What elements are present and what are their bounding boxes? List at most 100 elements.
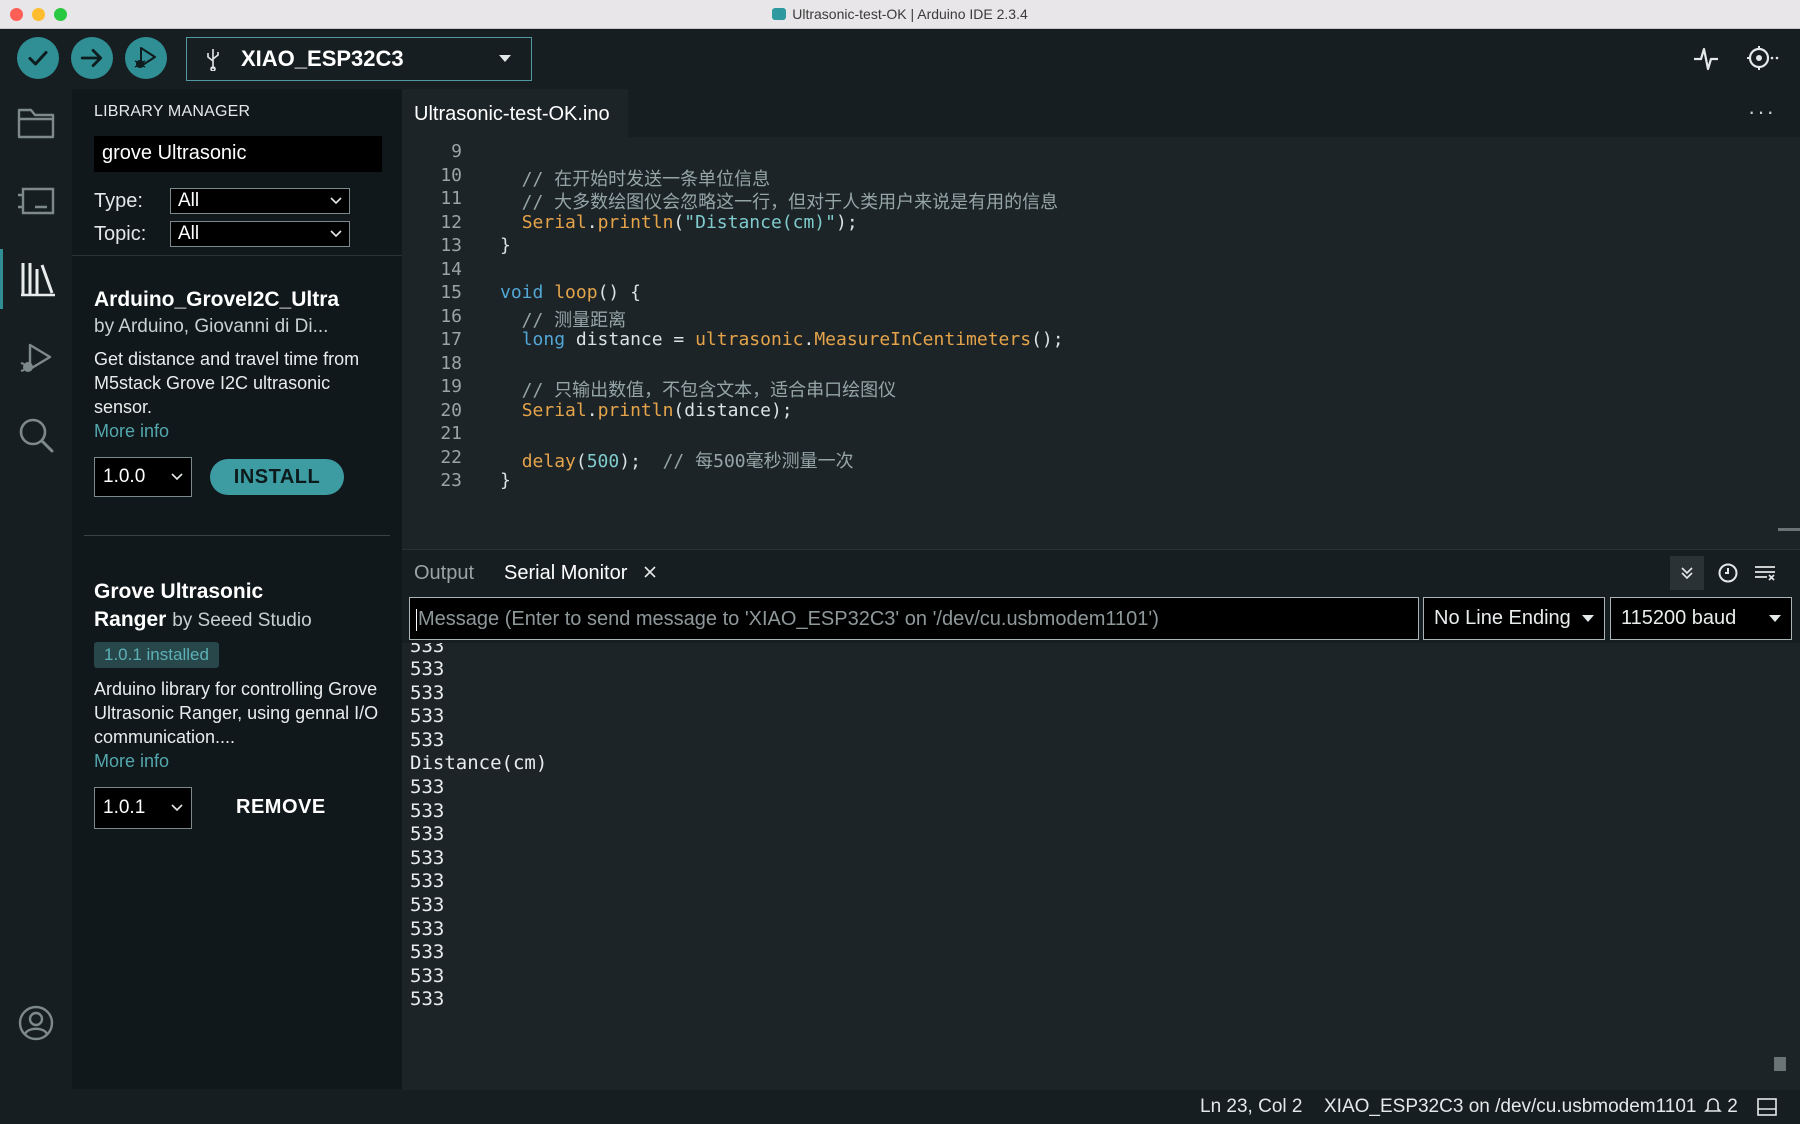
more-actions-button[interactable]: ···: [1748, 99, 1776, 125]
notifications-button[interactable]: 2: [1704, 1096, 1738, 1118]
line-number: 20: [440, 399, 462, 421]
board-selector[interactable]: XIAO_ESP32C3: [186, 37, 532, 81]
code-token: long: [521, 329, 566, 350]
code-token: loop: [554, 282, 598, 303]
chevron-down-icon: [1769, 614, 1781, 622]
version-value: 1.0.0: [103, 466, 146, 487]
divider: [72, 255, 402, 256]
close-icon[interactable]: [643, 565, 657, 579]
type-value: All: [178, 190, 200, 211]
boards-manager-button[interactable]: [0, 171, 72, 231]
tab-serial-monitor[interactable]: Serial Monitor: [504, 562, 657, 585]
code-token: );: [835, 211, 858, 233]
verify-button[interactable]: [17, 37, 59, 79]
code-token: ultrasonic: [695, 329, 804, 350]
chevron-down-icon: [499, 50, 511, 68]
code-token: }: [500, 235, 511, 256]
account-button[interactable]: [0, 993, 72, 1053]
arrow-right-icon: [80, 49, 103, 67]
code-text: // 只输出数值，不包含文本，适合串口绘图仪: [500, 376, 897, 402]
clear-list-icon: [1755, 566, 1775, 581]
version-select[interactable]: 1.0.0: [94, 457, 192, 497]
library-description: Arduino library for controlling Grove Ul…: [94, 679, 379, 747]
code-editor[interactable]: 9 10 // 在开始时发送一条单位信息 11 // 大多数绘图仪会忽略这一行，但对…: [402, 137, 1800, 549]
editor-scrollbar[interactable]: [1778, 528, 1800, 531]
library-manager-panel: LIBRARY MANAGER grove Ultrasonic Type: A…: [72, 89, 402, 1089]
install-button[interactable]: INSTALL: [210, 459, 344, 495]
serial-scrollbar[interactable]: [1774, 1057, 1786, 1071]
line-ending-value: No Line Ending: [1434, 607, 1571, 629]
search-button[interactable]: [0, 405, 72, 465]
debug-panel-button[interactable]: [0, 329, 72, 389]
more-info-link[interactable]: More info: [94, 421, 169, 442]
remove-button[interactable]: REMOVE: [236, 796, 326, 819]
installed-badge: 1.0.1 installed: [94, 642, 219, 668]
board-name: XIAO_ESP32C3: [241, 46, 404, 71]
debug-button[interactable]: [125, 37, 167, 79]
cursor-position[interactable]: Ln 23, Col 2: [1200, 1096, 1302, 1118]
code-token: }: [500, 470, 511, 491]
serial-monitor-button[interactable]: [1742, 41, 1782, 80]
autoscroll-toggle[interactable]: [1670, 556, 1704, 590]
minimize-window-button[interactable]: [32, 8, 45, 21]
line-number: 19: [440, 376, 462, 397]
maximize-window-button[interactable]: [54, 8, 67, 21]
more-info-link[interactable]: More info: [94, 751, 169, 772]
code-token: // 只输出数值，不包含文本，适合串口绘图仪: [500, 380, 897, 401]
panel-title: LIBRARY MANAGER: [94, 103, 251, 120]
upload-button[interactable]: [71, 37, 113, 79]
editor-tab-bar: Ultrasonic-test-OK.ino ···: [402, 89, 1800, 137]
tab-output[interactable]: Output: [414, 562, 474, 585]
toolbar: XIAO_ESP32C3: [0, 29, 1800, 89]
sketchbook-button[interactable]: [0, 93, 72, 153]
topic-select[interactable]: All: [170, 221, 350, 247]
debug-play-icon: [134, 47, 156, 68]
line-number: 10: [440, 164, 462, 186]
type-label: Type:: [94, 190, 143, 212]
code-token: distance =: [565, 329, 696, 350]
serial-output[interactable]: 533 533 533 533 533 Distance(cm) 533 533 533 533…: [402, 643, 1800, 1090]
board-port-status[interactable]: XIAO_ESP32C3 on /dev/cu.usbmodem1101: [1324, 1096, 1697, 1118]
type-select[interactable]: All: [170, 188, 350, 214]
toggle-panel-button[interactable]: [1757, 1098, 1777, 1122]
tab-sketch-file[interactable]: Ultrasonic-test-OK.ino: [402, 89, 628, 137]
serial-message-input[interactable]: Message (Enter to send message to 'XIAO_…: [409, 597, 1419, 640]
clear-output-button[interactable]: [1748, 556, 1782, 590]
library-manager-button[interactable]: [0, 249, 72, 309]
library-author: by Arduino, Giovanni di Di...: [94, 316, 329, 337]
serial-plotter-button[interactable]: [1692, 41, 1720, 80]
timestamp-toggle[interactable]: [1711, 556, 1745, 590]
line-number: 18: [440, 352, 462, 374]
library-search-input[interactable]: grove Ultrasonic: [94, 136, 382, 172]
line-number: 11: [440, 188, 462, 209]
baud-rate-select[interactable]: 115200 baud: [1610, 597, 1792, 640]
version-select[interactable]: 1.0.1: [94, 787, 192, 829]
library-author: by Seeed Studio: [172, 610, 312, 631]
line-ending-select[interactable]: No Line Ending: [1423, 597, 1605, 640]
arduino-file-icon: [772, 8, 787, 20]
clock-icon: [1718, 563, 1738, 583]
chevron-double-down-icon: [1681, 567, 1693, 580]
code-token: void: [500, 282, 544, 303]
code-line[interactable]: 23}: [402, 470, 1800, 497]
close-window-button[interactable]: [10, 8, 23, 21]
code-token: delay: [521, 450, 576, 472]
code-token: 500: [586, 450, 620, 472]
baud-rate-value: 115200 baud: [1621, 607, 1737, 629]
check-icon: [28, 51, 48, 66]
code-token: println: [597, 211, 674, 233]
library-icon: [20, 263, 55, 297]
line-number: 14: [440, 258, 462, 280]
code-text: }: [500, 470, 511, 491]
line-number: 16: [440, 305, 462, 327]
code-text: delay(500); // 每500毫秒测量一次: [500, 447, 854, 473]
library-name: Arduino_GroveI2C_Ultra: [94, 288, 340, 311]
code-token: Serial: [521, 211, 587, 233]
code-text: Serial.println("Distance(cm)");: [500, 212, 858, 233]
serial-line: 533: [410, 988, 445, 1011]
code-token: () {: [597, 282, 641, 303]
folder-icon: [17, 108, 55, 139]
code-text: }: [500, 235, 511, 256]
